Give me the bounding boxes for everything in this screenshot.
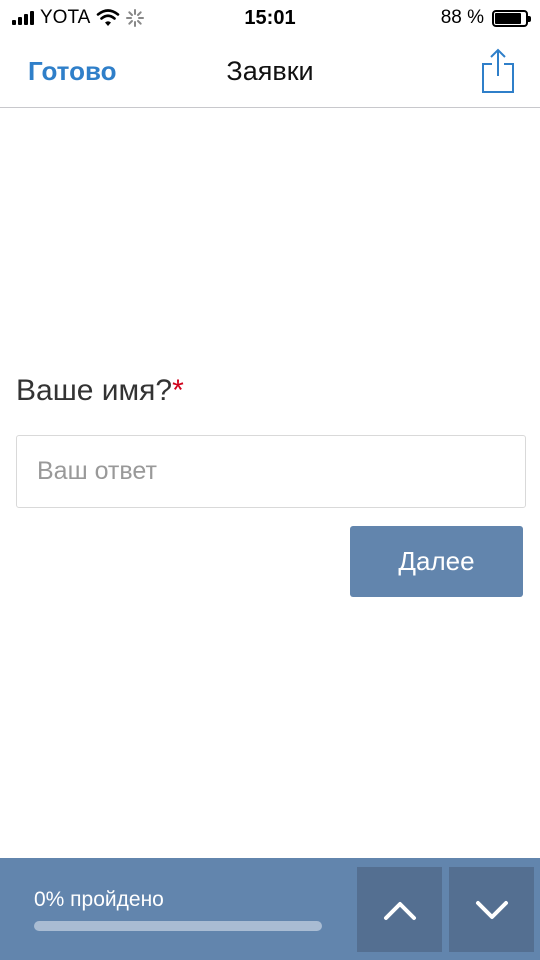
carrier-label: YOTA xyxy=(40,7,91,28)
done-button[interactable]: Готово xyxy=(28,56,116,87)
share-button[interactable] xyxy=(480,46,516,96)
wifi-icon xyxy=(97,9,120,26)
battery-fill xyxy=(495,12,522,24)
question-label: Ваше имя?* xyxy=(16,374,184,408)
answer-input[interactable] xyxy=(16,435,526,508)
chevron-up-icon xyxy=(383,901,416,920)
progress-track xyxy=(34,921,322,931)
chevron-down-icon xyxy=(475,900,508,919)
bottom-bar: 0% пройдено xyxy=(0,858,540,960)
previous-question-button[interactable] xyxy=(357,867,442,952)
status-left: YOTA xyxy=(12,7,145,29)
share-icon xyxy=(482,48,514,93)
screen: YOTA 15:01 88 % Готово Заявки Ваше имя?*… xyxy=(0,0,540,960)
question-text: Ваше имя? xyxy=(16,374,173,407)
battery-icon xyxy=(492,9,531,27)
activity-spinner-icon xyxy=(126,9,145,27)
progress-label: 0% пройдено xyxy=(34,888,164,911)
nav-bar: Готово Заявки xyxy=(0,36,540,108)
battery-percent: 88 % xyxy=(440,7,484,28)
status-right: 88 % xyxy=(440,7,531,29)
next-button[interactable]: Далее xyxy=(350,526,523,597)
signal-icon xyxy=(12,11,34,25)
required-mark: * xyxy=(172,374,184,407)
next-question-button[interactable] xyxy=(449,867,534,952)
status-bar: YOTA 15:01 88 % xyxy=(0,0,540,36)
